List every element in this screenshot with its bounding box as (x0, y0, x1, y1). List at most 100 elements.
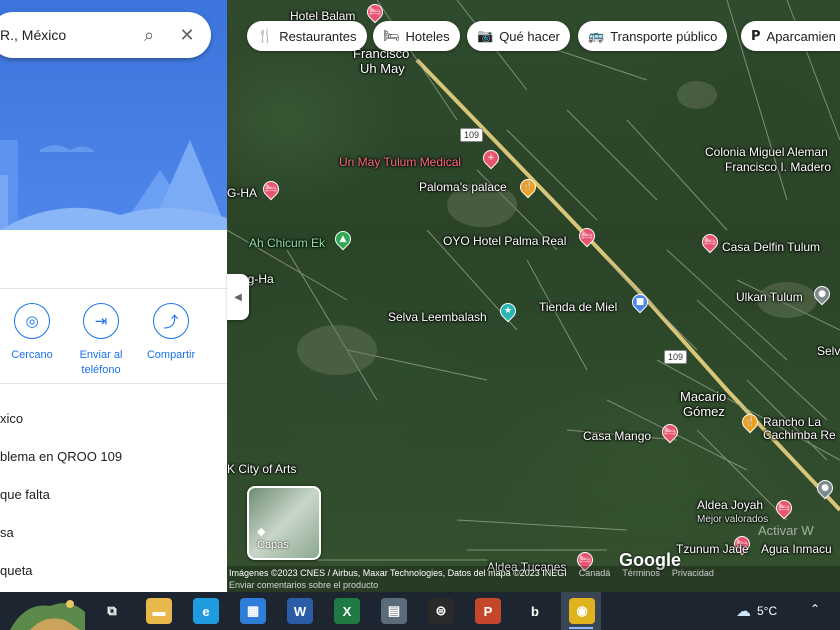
map-label[interactable]: OYO Hotel Palma Real (443, 235, 566, 248)
chip-label: Transporte público (610, 28, 718, 44)
layers-button[interactable]: ◆ Capas (247, 486, 321, 560)
hotel-pin[interactable]: 🛏 (772, 496, 796, 520)
list-item[interactable]: blema en QROO 109 (0, 438, 227, 476)
hotel-pin[interactable]: 🛏 (658, 420, 682, 444)
map-label[interactable]: G-HA (227, 187, 257, 200)
map-label[interactable]: Agua Inmacu (761, 543, 832, 556)
side-panel: R., México ⌕ ✕ ◎ Cercano ⇥ Enviar al tel… (0, 0, 227, 592)
restaurant-pin[interactable]: 🍴 (516, 175, 540, 199)
hotel-pin[interactable]: 🛏 (259, 177, 283, 201)
place-pin[interactable]: ● (810, 282, 834, 306)
chevron-left-icon: ◀ (234, 291, 242, 303)
parking-icon: P (751, 28, 761, 44)
tray-chevron-icon[interactable]: ⌃ (810, 602, 820, 616)
bed-icon: 🛏 (383, 28, 400, 44)
weather-temp: 5°C (757, 604, 778, 618)
list-item[interactable]: xico (0, 400, 227, 438)
weather-widget[interactable]: ☁ 5°C (736, 602, 777, 620)
place-actions: ◎ Cercano ⇥ Enviar al teléfono ⤴ Compart… (0, 288, 227, 384)
chip-label: Qué hacer (499, 28, 560, 44)
park-pin[interactable]: ▲ (331, 227, 355, 251)
map-label[interactable]: Aldea Joyah (697, 499, 763, 512)
store-icon[interactable]: ▦ (240, 598, 266, 624)
layers-icon: ◆ (257, 525, 266, 538)
map-label[interactable]: Colonia Miguel Aleman (705, 146, 828, 159)
map-label[interactable]: Un May Tulum Medical (339, 156, 461, 169)
map-label[interactable]: Tzunum Jade (676, 543, 749, 556)
chip-label: Hoteles (405, 28, 450, 44)
activation-watermark: Activar W (758, 523, 814, 538)
search-input[interactable]: R., México (0, 27, 135, 43)
map-attribution: Imágenes ©2023 CNES / Airbus, Maxar Tech… (227, 566, 840, 592)
bing-icon[interactable]: b (522, 598, 548, 624)
map-label[interactable]: Selva Leembalash (388, 311, 487, 324)
list-item[interactable]: queta (0, 552, 227, 590)
layers-label: Capas (257, 539, 289, 551)
map-label[interactable]: Ah Chicum Ek (249, 237, 325, 250)
map-label[interactable]: Francisco I. Madero (725, 161, 831, 174)
file-explorer-icon[interactable]: ▬ (146, 598, 172, 624)
cloud-icon: ☁ (736, 602, 751, 620)
send-to-phone-button[interactable]: ⇥ Enviar al teléfono (66, 303, 136, 378)
chip-restaurants[interactable]: 🍴 Restaurantes (247, 21, 367, 51)
map-label[interactable]: Macario (680, 390, 726, 403)
attraction-pin[interactable]: ★ (496, 299, 520, 323)
list-item[interactable]: sa (0, 514, 227, 552)
attribution-link-privacy[interactable]: Privacidad (672, 568, 714, 578)
road-shield-109: 109 (460, 128, 484, 142)
share-icon: ⤴ (153, 303, 189, 339)
restaurant-pin[interactable]: 🍴 (738, 410, 762, 434)
map-label[interactable]: Gómez (683, 405, 725, 418)
task-view-icon[interactable]: ⧉ (99, 598, 125, 624)
search-icon[interactable]: ⌕ (135, 21, 163, 49)
hotel-pin[interactable]: 🛏 (698, 230, 722, 254)
map-label[interactable]: Selv (817, 345, 840, 358)
map-label[interactable]: K City of Arts (227, 463, 296, 476)
hotel-pin[interactable]: 🛏 (363, 0, 387, 24)
chip-label: Restaurantes (279, 28, 357, 44)
medical-pin[interactable]: + (479, 146, 503, 170)
feedback-link[interactable]: Enviar comentarios sobre el producto (229, 580, 840, 590)
list-item[interactable]: que falta (0, 476, 227, 514)
map-label[interactable]: Cachimba Re (763, 429, 836, 442)
chip-hotels[interactable]: 🛏 Hoteles (373, 21, 460, 51)
shop-pin[interactable]: ■ (628, 290, 652, 314)
nearby-button[interactable]: ◎ Cercano (0, 303, 67, 363)
attribution-link-terms[interactable]: Términos (622, 568, 660, 578)
excel-icon[interactable]: X (334, 598, 360, 624)
collapse-panel-button[interactable]: ◀ (227, 274, 249, 320)
search-highlight-image[interactable] (0, 592, 85, 630)
satellite-map[interactable]: 109 109 🛏 + 🍴 🛏 ▲ 🛏 🛏 ● ★ ■ 🍴 🛏 ● 🛏 🛏 🛏 … (227, 0, 840, 592)
calculator-icon[interactable]: ▤ (381, 598, 407, 624)
map-label[interactable]: Paloma's palace (419, 181, 507, 194)
chip-transit[interactable]: 🚌 Transporte público (578, 21, 728, 51)
edge-icon[interactable]: e (193, 598, 219, 624)
attribution-link-country[interactable]: Canadá (579, 568, 611, 578)
bus-icon: 🚌 (588, 28, 605, 44)
close-icon[interactable]: ✕ (173, 21, 201, 49)
app-icon[interactable]: ⊜ (428, 598, 454, 624)
place-hero-illustration: R., México ⌕ ✕ (0, 0, 227, 230)
fork-knife-icon: 🍴 (257, 28, 274, 44)
map-label[interactable]: Casa Delfin Tulum (722, 241, 820, 254)
map-label[interactable]: Casa Mango (583, 430, 651, 443)
share-button[interactable]: ⤴ Compartir (136, 303, 206, 363)
chip-label: Aparcamien (766, 28, 836, 44)
map-label[interactable]: Tienda de Miel (539, 301, 617, 314)
map-label[interactable]: Uh May (360, 62, 405, 75)
word-icon[interactable]: W (287, 598, 313, 624)
hotel-pin[interactable]: 🛏 (575, 224, 599, 248)
powerpoint-icon[interactable]: P (475, 598, 501, 624)
action-label: Enviar al teléfono (79, 349, 123, 376)
windows-taskbar (0, 592, 840, 630)
place-info-list: xico blema en QROO 109 que falta sa quet… (0, 400, 227, 590)
send-to-phone-icon: ⇥ (83, 303, 119, 339)
chip-parking[interactable]: P Aparcamien (741, 21, 840, 51)
search-box[interactable]: R., México ⌕ ✕ (0, 12, 211, 58)
chip-things-to-do[interactable]: 📷 Qué hacer (467, 21, 570, 51)
place-pin[interactable]: ● (813, 476, 837, 500)
chrome-icon[interactable]: ◉ (569, 598, 595, 624)
map-label[interactable]: Ulkan Tulum (736, 291, 803, 304)
camera-icon: 📷 (477, 28, 494, 44)
action-label: Compartir (146, 349, 196, 361)
